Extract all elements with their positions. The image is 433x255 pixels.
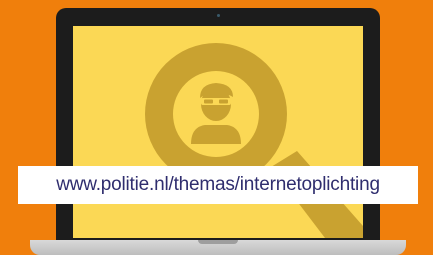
- laptop-screen: [73, 26, 363, 238]
- laptop-base-notch: [198, 240, 238, 244]
- page: www.politie.nl/themas/internetoplichting: [0, 0, 433, 255]
- url-banner[interactable]: www.politie.nl/themas/internetoplichting: [18, 166, 418, 204]
- laptop-base: [30, 240, 406, 255]
- magnifying-glass-icon: [145, 43, 363, 238]
- url-link[interactable]: www.politie.nl/themas/internetoplichting: [56, 174, 380, 196]
- webcam: [217, 14, 220, 17]
- laptop-lid: [56, 8, 380, 246]
